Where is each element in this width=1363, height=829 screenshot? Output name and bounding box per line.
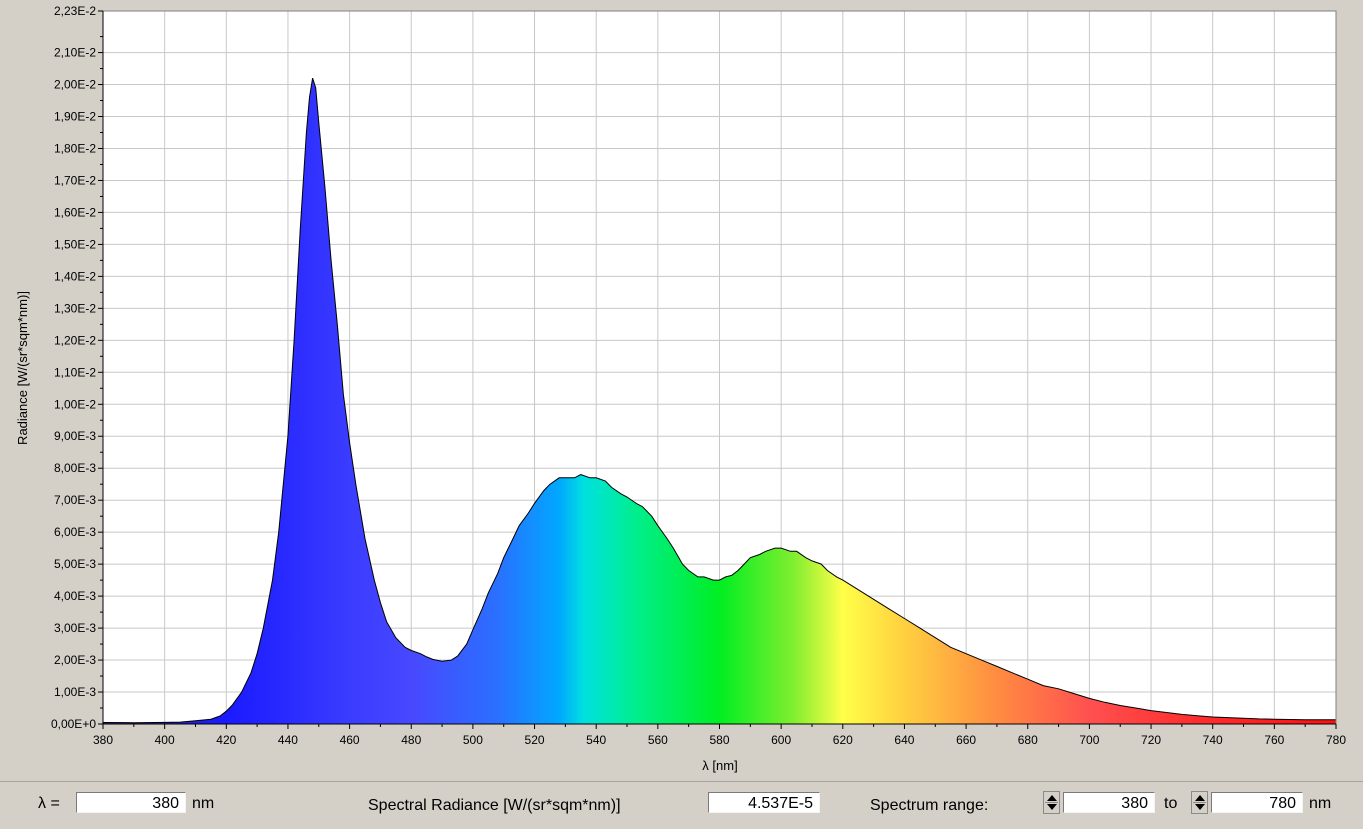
x-tick-label: 700 — [1079, 733, 1099, 747]
y-tick-label: 8,00E-3 — [54, 461, 96, 475]
x-tick-label: 780 — [1326, 733, 1346, 747]
range-to-label: to — [1164, 795, 1178, 812]
y-tick-label: 5,00E-3 — [54, 557, 96, 571]
x-tick-label: 460 — [340, 733, 360, 747]
y-tick-label: 1,40E-2 — [54, 269, 96, 283]
x-tick-label: 760 — [1264, 733, 1284, 747]
y-tick-label: 3,00E-3 — [54, 621, 96, 635]
x-axis-label: λ [nm] — [702, 758, 737, 773]
y-axis-ticks: 0,00E+0 1,00E-3 2,00E-3 3,00E-3 4,00E-3 5,00E… — [51, 4, 103, 731]
arrow-up-icon[interactable] — [1047, 795, 1057, 801]
y-tick-label: 9,00E-3 — [54, 429, 96, 443]
arrow-down-icon[interactable] — [1047, 804, 1057, 810]
y-tick-label: 7,00E-3 — [54, 493, 96, 507]
radiance-value-field: 4.537E-5 — [708, 792, 820, 813]
y-axis-label: Radiance [W/(sr*sqm*nm)] — [15, 291, 30, 445]
x-tick-label: 540 — [586, 733, 606, 747]
range-to-spinner[interactable] — [1191, 791, 1208, 814]
y-tick-label: 1,00E-3 — [54, 685, 96, 699]
y-tick-label: 4,00E-3 — [54, 589, 96, 603]
x-tick-label: 380 — [93, 733, 113, 747]
x-tick-label: 580 — [709, 733, 729, 747]
y-tick-label: 2,23E-2 — [54, 4, 96, 18]
range-from-input[interactable]: 380 — [1063, 792, 1155, 813]
y-tick-label: 1,80E-2 — [54, 141, 96, 155]
arrow-down-icon[interactable] — [1195, 804, 1205, 810]
x-tick-label: 420 — [216, 733, 236, 747]
x-tick-label: 740 — [1203, 733, 1223, 747]
y-tick-label: 1,60E-2 — [54, 205, 96, 219]
x-tick-label: 640 — [894, 733, 914, 747]
y-tick-label: 1,50E-2 — [54, 237, 96, 251]
control-bar: λ = 380 nm Spectral Radiance [W/(sr*sqm*… — [0, 781, 1363, 829]
x-tick-label: 480 — [401, 733, 421, 747]
y-tick-label: 2,00E-3 — [54, 653, 96, 667]
y-tick-label: 2,00E-2 — [54, 78, 96, 92]
lambda-input[interactable]: 380 — [76, 792, 186, 813]
y-tick-label: 6,00E-3 — [54, 525, 96, 539]
arrow-up-icon[interactable] — [1195, 795, 1205, 801]
lambda-label: λ = — [38, 795, 60, 812]
y-tick-label: 0,00E+0 — [51, 717, 96, 731]
range-from-spinner[interactable] — [1043, 791, 1060, 814]
range-to-input[interactable]: 780 — [1211, 792, 1303, 813]
y-tick-label: 1,00E-2 — [54, 397, 96, 411]
x-tick-label: 440 — [278, 733, 298, 747]
radiance-label: Spectral Radiance [W/(sr*sqm*nm)] — [368, 797, 621, 814]
x-tick-label: 620 — [833, 733, 853, 747]
x-tick-label: 560 — [648, 733, 668, 747]
y-tick-label: 1,90E-2 — [54, 110, 96, 124]
y-tick-label: 2,10E-2 — [54, 46, 96, 60]
x-tick-label: 520 — [525, 733, 545, 747]
y-tick-label: 1,30E-2 — [54, 301, 96, 315]
x-tick-label: 660 — [956, 733, 976, 747]
x-tick-label: 500 — [463, 733, 483, 747]
range-unit: nm — [1309, 795, 1332, 812]
y-tick-label: 1,10E-2 — [54, 365, 96, 379]
y-tick-label: 1,20E-2 — [54, 333, 96, 347]
x-tick-label: 720 — [1141, 733, 1161, 747]
x-tick-label: 600 — [771, 733, 791, 747]
y-tick-label: 1,70E-2 — [54, 173, 96, 187]
spectrum-chart: 0,00E+0 1,00E-3 2,00E-3 3,00E-3 4,00E-3 5,00E… — [0, 0, 1363, 780]
lambda-unit: nm — [192, 795, 215, 812]
x-tick-label: 400 — [155, 733, 175, 747]
range-label: Spectrum range: — [870, 797, 989, 814]
x-tick-label: 680 — [1018, 733, 1038, 747]
